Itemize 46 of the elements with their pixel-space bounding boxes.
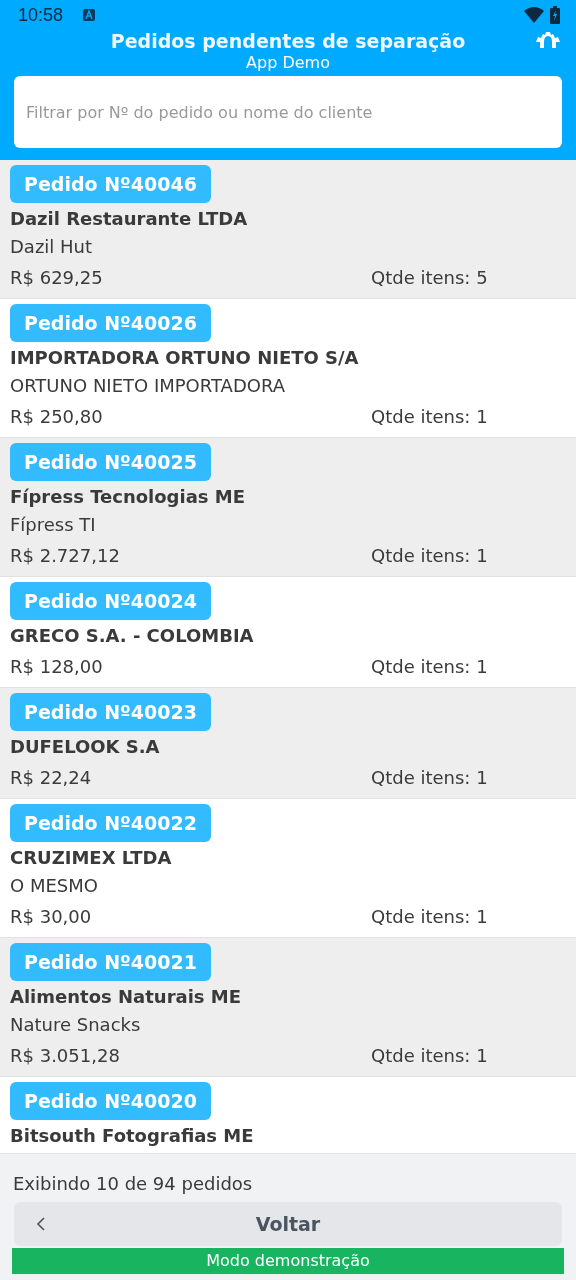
- customer-name: Alimentos Naturais ME: [10, 985, 241, 1009]
- page-title: Pedidos pendentes de separação: [110, 30, 466, 52]
- item-count: Qtde itens: 1: [371, 905, 489, 929]
- item-count: Qtde itens: 1: [371, 655, 489, 679]
- order-total: R$ 30,00: [10, 905, 92, 929]
- customer-alias: Nature Snacks: [10, 1013, 141, 1037]
- item-count: Qtde itens: 1: [371, 544, 489, 568]
- order-total: R$ 250,80: [10, 405, 103, 429]
- item-count: Qtde itens: 1: [371, 766, 489, 790]
- order-total: R$ 3.051,28: [10, 1044, 120, 1068]
- order-badge: Pedido Nº40026: [10, 304, 211, 342]
- customer-name: DUFELOOK S.A: [10, 735, 160, 759]
- notification-icon: [83, 9, 96, 21]
- customer-name: GRECO S.A. - COLOMBIA: [10, 624, 254, 648]
- chevron-left-icon: [36, 1217, 45, 1231]
- item-count: Qtde itens: 1: [371, 1044, 489, 1068]
- wifi-icon: [524, 7, 544, 23]
- back-button[interactable]: Voltar: [14, 1202, 562, 1246]
- order-total: R$ 128,00: [10, 655, 103, 679]
- order-badge: Pedido Nº40021: [10, 943, 211, 981]
- demo-banner: Modo demonstração: [12, 1248, 564, 1274]
- customer-alias: Fípress TI: [10, 513, 96, 537]
- customer-name: Fípress Tecnologias ME: [10, 485, 245, 509]
- customer-name: IMPORTADORA ORTUNO NIETO S/A: [10, 346, 359, 370]
- order-badge: Pedido Nº40023: [10, 693, 211, 731]
- battery-icon: [550, 6, 560, 24]
- status-time: 10:58: [18, 4, 64, 26]
- order-badge: Pedido Nº40025: [10, 443, 211, 481]
- customer-alias: O MESMO: [10, 874, 98, 898]
- app-subtitle: App Demo: [245, 52, 331, 74]
- customer-alias: ORTUNO NIETO IMPORTADORA: [10, 374, 285, 398]
- order-total: R$ 629,25: [10, 266, 103, 290]
- order-badge: Pedido Nº40024: [10, 582, 211, 620]
- item-count: Qtde itens: 5: [371, 266, 489, 290]
- order-badge: Pedido Nº40022: [10, 804, 211, 842]
- customer-name: Bitsouth Fotografias ME: [10, 1124, 254, 1148]
- order-count: Exibindo 10 de 94 pedidos: [12, 1172, 254, 1196]
- search-field[interactable]: Filtrar por Nº do pedido ou nome do cliente: [14, 76, 562, 148]
- order-total: R$ 2.727,12: [10, 544, 120, 568]
- order-badge: Pedido Nº40020: [10, 1082, 211, 1120]
- customer-name: CRUZIMEX LTDA: [10, 846, 172, 870]
- customer-name: Dazil Restaurante LTDA: [10, 207, 248, 231]
- customer-alias: Dazil Hut: [10, 235, 93, 259]
- order-badge: Pedido Nº40046: [10, 165, 211, 203]
- order-total: R$ 22,24: [10, 766, 92, 790]
- item-count: Qtde itens: 1: [371, 405, 489, 429]
